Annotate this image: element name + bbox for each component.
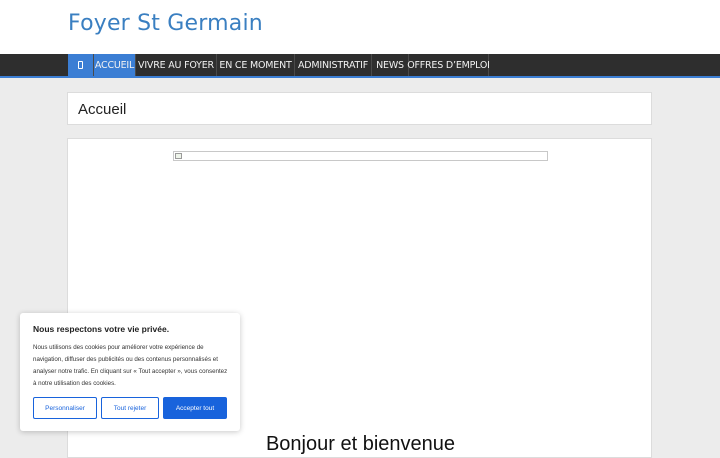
hero-image <box>173 151 548 161</box>
nav-item-news[interactable]: NEWS <box>372 54 409 76</box>
site-header: Foyer St Germain <box>0 0 720 54</box>
reject-all-button[interactable]: Tout rejeter <box>101 397 159 419</box>
nav-item-accueil[interactable]: ACCUEIL <box>94 54 136 76</box>
nav-item-en-ce-moment[interactable]: EN CE MOMENT <box>217 54 295 76</box>
cookie-description: Nous utilisons des cookies pour améliore… <box>33 344 228 387</box>
nav-item-vivre-au-foyer[interactable]: VIVRE AU FOYER <box>136 54 217 76</box>
nav-menu: ACCUEIL VIVRE AU FOYER EN CE MOMENT ADMI… <box>68 54 490 76</box>
page-title-box: Accueil <box>67 92 652 125</box>
broken-image-icon <box>175 153 182 159</box>
home-icon <box>78 61 83 69</box>
cookie-title: Nous respectons votre vie privée. <box>33 324 170 334</box>
accept-all-button[interactable]: Accepter tout <box>163 397 227 419</box>
site-title[interactable]: Foyer St Germain <box>68 11 263 36</box>
main-navigation: ACCUEIL VIVRE AU FOYER EN CE MOMENT ADMI… <box>0 54 720 78</box>
nav-item-administratif[interactable]: ADMINISTRATIF <box>295 54 372 76</box>
welcome-heading: Bonjour et bienvenue <box>265 433 456 455</box>
customize-button[interactable]: Personnaliser <box>33 397 97 419</box>
nav-item-offres-emploi[interactable]: OFFRES D’EMPLOI <box>407 54 490 76</box>
nav-home-button[interactable] <box>68 54 94 76</box>
page-title: Accueil <box>78 101 127 118</box>
cookie-consent-banner: Nous respectons votre vie privée. Nous u… <box>20 313 240 431</box>
